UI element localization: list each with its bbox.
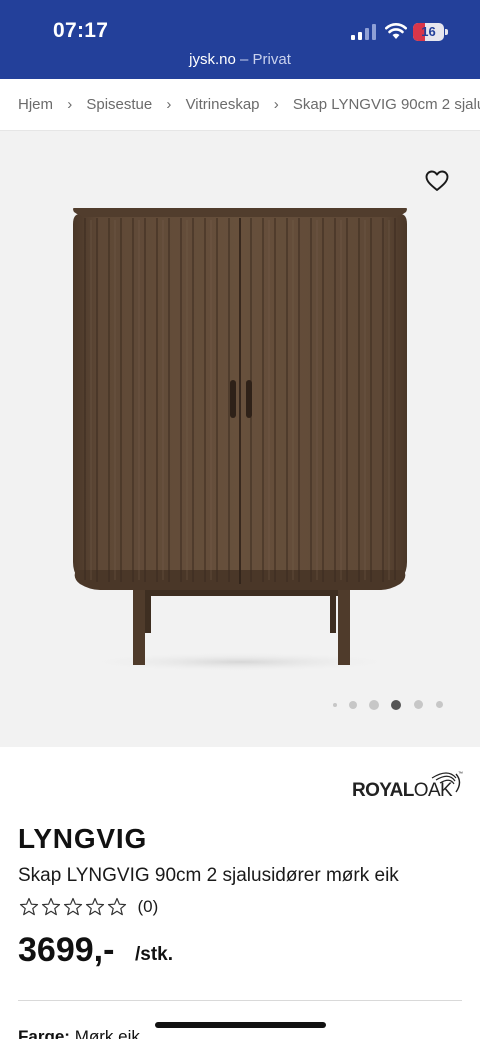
status-time: 07:17 [53,19,109,42]
cellular-signal-icon [351,24,376,40]
breadcrumb-current-product[interactable]: Skap LYNGVIG 90cm 2 sjalusidører mørk ei… [293,96,480,113]
chevron-right-icon: › [67,95,73,113]
review-count[interactable]: (0) [137,897,158,917]
product-description: Skap LYNGVIG 90cm 2 sjalusidører mørk ei… [18,865,399,886]
gallery-dot[interactable] [436,701,443,708]
royal-oak-logo: ROYALOAK ™ [352,771,463,801]
breadcrumb-dining-room[interactable]: Spisestue [86,96,152,113]
url-separator: – [240,51,249,68]
address-bar[interactable]: jysk.no – Privat [0,51,480,68]
star-outline-icon [107,897,127,916]
gallery-dot[interactable] [349,701,357,709]
chevron-right-icon: › [273,95,279,113]
svg-text:™: ™ [458,771,463,777]
svg-text:ROYALOAK: ROYALOAK [352,780,453,801]
product-name: LYNGVIG [18,823,148,854]
private-mode-label: Privat [252,51,291,68]
product-image[interactable] [60,200,420,675]
gallery-dot[interactable] [414,700,423,709]
home-indicator[interactable] [155,1022,326,1028]
color-value: Mørk eik [74,1027,140,1039]
section-divider [18,1000,462,1001]
rating-stars[interactable]: (0) [19,897,158,917]
star-outline-icon [85,897,105,916]
browser-header: 07:17 16 jysk.no – Privat [0,0,480,79]
star-outline-icon [19,897,39,916]
price-unit: /stk. [135,944,174,965]
color-label: Farge: [18,1027,70,1039]
breadcrumb-home[interactable]: Hjem [18,96,53,113]
gallery-dot[interactable] [369,700,379,710]
star-outline-icon [63,897,83,916]
battery-icon: 16 [413,23,449,41]
gallery-dot[interactable] [333,703,337,707]
gallery-dot-active[interactable] [391,700,401,710]
heart-icon[interactable] [425,170,449,192]
color-selector[interactable]: Farge: Mørk eik [18,1027,140,1039]
chevron-right-icon: › [166,95,172,113]
star-outline-icon [41,897,61,916]
url-domain: jysk.no [189,51,236,68]
wifi-icon [385,23,407,39]
breadcrumb: Hjem › Spisestue › Vitrineskap › Skap LY… [18,95,480,117]
product-price: 3699,- [18,931,115,969]
breadcrumb-display-cabinets[interactable]: Vitrineskap [186,96,260,113]
battery-level: 16 [421,24,436,39]
